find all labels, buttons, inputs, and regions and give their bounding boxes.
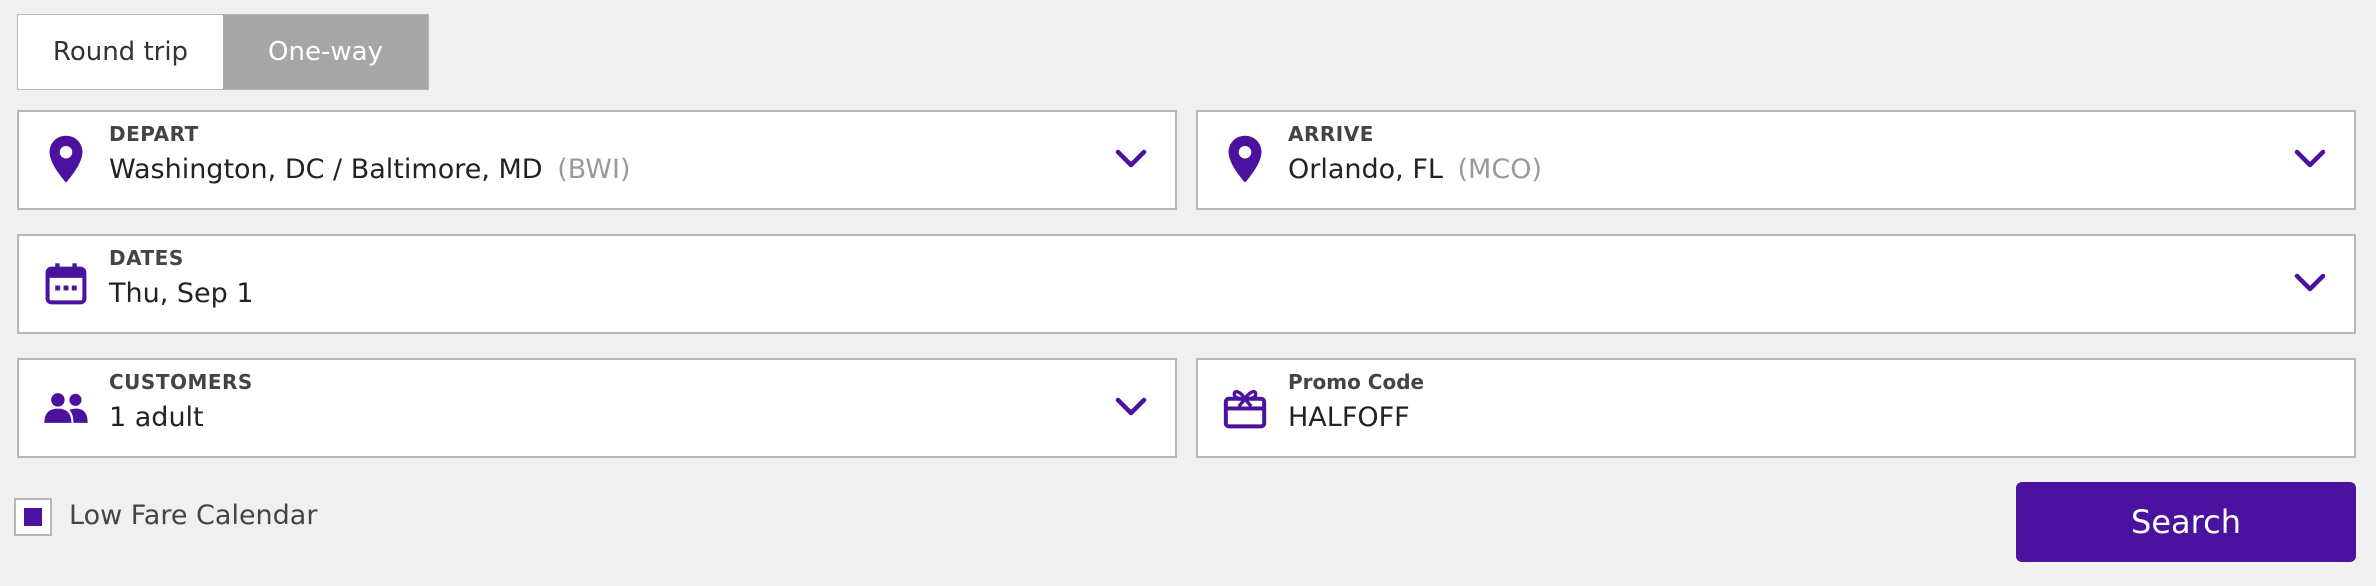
round-trip-option[interactable]: Round trip — [18, 15, 223, 89]
promo-code-input[interactable]: HALFOFF — [1288, 402, 1410, 433]
location-pin-icon — [1228, 135, 1262, 183]
arrive-city: Orlando, FL — [1288, 154, 1443, 185]
depart-label: DEPART — [109, 122, 199, 146]
location-pin-icon — [49, 135, 83, 183]
depart-field[interactable]: DEPART Washington, DC / Baltimore, MD (B… — [17, 110, 1177, 210]
chevron-down-icon[interactable] — [1115, 148, 1147, 170]
low-fare-calendar-label[interactable]: Low Fare Calendar — [69, 500, 317, 531]
trip-type-toggle: Round trip One-way — [17, 14, 429, 90]
customers-label: CUSTOMERS — [109, 370, 253, 394]
dates-value: Thu, Sep 1 — [109, 278, 254, 309]
depart-city: Washington, DC / Baltimore, MD — [109, 154, 543, 185]
chevron-down-icon[interactable] — [2294, 272, 2326, 294]
arrive-label: ARRIVE — [1288, 122, 1374, 146]
customers-value: 1 adult — [109, 402, 204, 433]
depart-airport-code: (BWI) — [557, 154, 631, 185]
chevron-down-icon[interactable] — [2294, 148, 2326, 170]
arrive-field[interactable]: ARRIVE Orlando, FL (MCO) — [1196, 110, 2356, 210]
one-way-option[interactable]: One-way — [223, 15, 428, 89]
chevron-down-icon[interactable] — [1115, 396, 1147, 418]
people-icon — [44, 393, 88, 423]
dates-field[interactable]: DATES Thu, Sep 1 — [17, 234, 2356, 334]
checkbox-checked-mark — [24, 508, 42, 526]
low-fare-calendar-checkbox[interactable] — [14, 498, 52, 536]
depart-value: Washington, DC / Baltimore, MD (BWI) — [109, 154, 630, 185]
search-button[interactable]: Search — [2016, 482, 2356, 562]
calendar-icon — [45, 263, 87, 305]
arrive-value: Orlando, FL (MCO) — [1288, 154, 1542, 185]
arrive-airport-code: (MCO) — [1457, 154, 1542, 185]
customers-field[interactable]: CUSTOMERS 1 adult — [17, 358, 1177, 458]
gift-card-icon — [1223, 389, 1267, 429]
promo-code-field[interactable]: Promo Code HALFOFF — [1196, 358, 2356, 458]
promo-code-label: Promo Code — [1288, 370, 1425, 394]
dates-label: DATES — [109, 246, 184, 270]
